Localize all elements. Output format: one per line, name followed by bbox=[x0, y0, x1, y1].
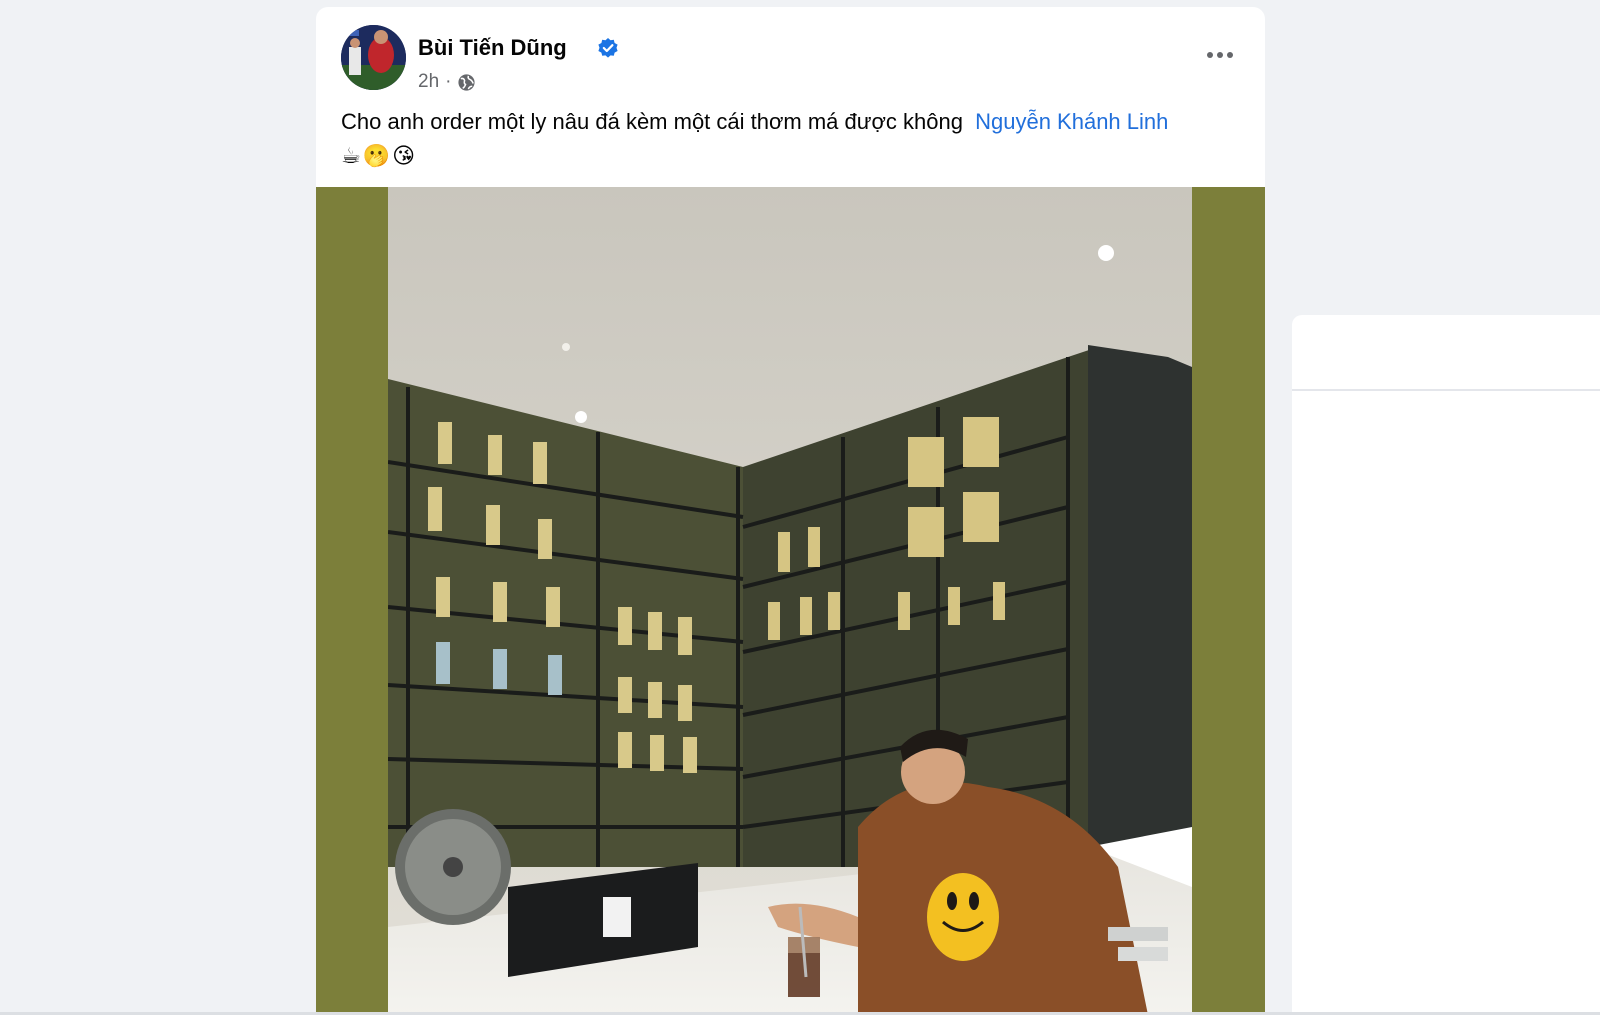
author-name[interactable]: Bùi Tiến Dũng bbox=[418, 35, 567, 61]
facebook-feed-page: Bùi Tiến Dũng 2h · Cho anh order một ly … bbox=[0, 0, 1600, 1015]
post-photo[interactable] bbox=[388, 187, 1192, 1015]
more-horizontal-icon bbox=[1207, 52, 1213, 58]
post-photo-illustration bbox=[388, 187, 1192, 1015]
post-message: Cho anh order một ly nâu đá kèm một cái … bbox=[341, 105, 1251, 173]
right-side-panel bbox=[1292, 315, 1600, 1015]
post-header: Bùi Tiến Dũng 2h · bbox=[341, 25, 1240, 97]
verified-badge-icon bbox=[598, 38, 618, 58]
mention-link[interactable]: Nguyễn Khánh Linh bbox=[975, 109, 1168, 134]
panel-divider bbox=[1292, 389, 1600, 391]
globe-icon[interactable] bbox=[457, 73, 476, 92]
post-time[interactable]: 2h bbox=[418, 71, 439, 93]
post-card: Bùi Tiến Dũng 2h · Cho anh order một ly … bbox=[316, 7, 1265, 1015]
post-meta: 2h · bbox=[418, 71, 476, 93]
photo-container[interactable] bbox=[316, 187, 1265, 1015]
author-avatar[interactable] bbox=[341, 25, 406, 90]
post-emojis: ☕🫢😘 bbox=[341, 143, 418, 168]
avatar-image bbox=[341, 25, 406, 90]
post-message-text: Cho anh order một ly nâu đá kèm một cái … bbox=[341, 109, 963, 134]
post-options-button[interactable] bbox=[1200, 35, 1240, 75]
meta-separator: · bbox=[445, 71, 452, 92]
